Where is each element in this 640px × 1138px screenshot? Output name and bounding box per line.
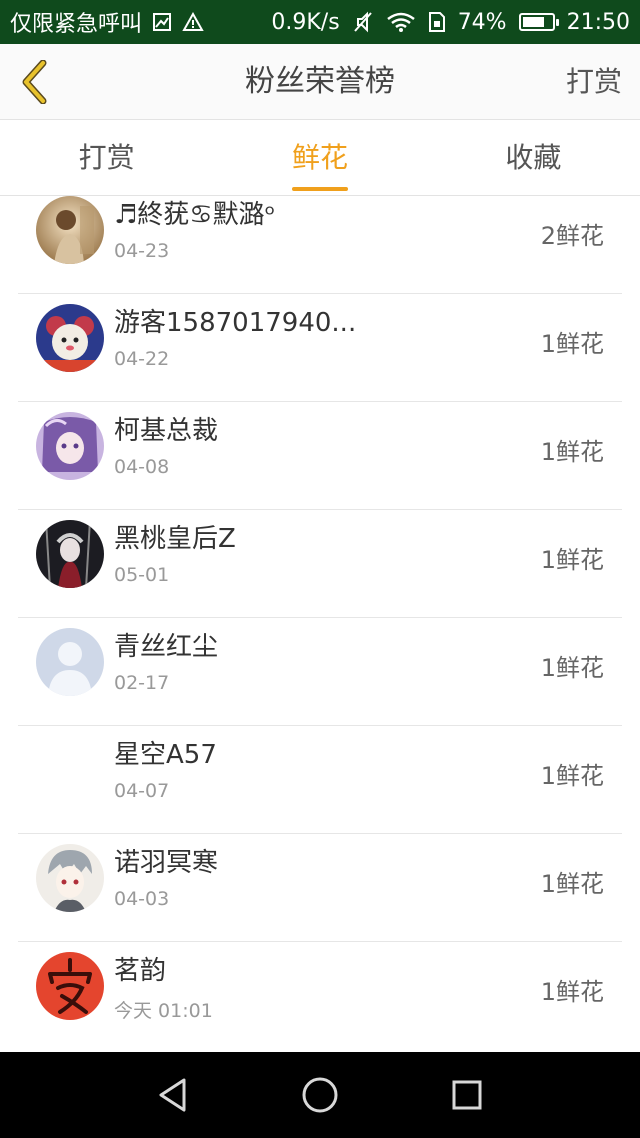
fan-name: 游客1587017940... xyxy=(114,308,357,338)
fan-name: 星空A57 xyxy=(114,740,217,770)
flower-count: 1鲜花 xyxy=(540,546,604,574)
list-item[interactable]: 黑桃皇后Z 05-01 1鲜花 xyxy=(18,510,622,618)
nav-back-button[interactable] xyxy=(149,1071,197,1119)
list-item[interactable]: 柯基总裁 04-08 1鲜花 xyxy=(18,402,622,510)
fan-name: ♬終莸♋默潞ᵒ xyxy=(114,200,276,230)
avatar xyxy=(36,628,104,696)
mute-icon xyxy=(352,11,374,33)
carrier-text: 仅限紧急呼叫 xyxy=(10,12,143,37)
fan-date: 今天 01:01 xyxy=(114,1000,213,1022)
fan-name: 诺羽冥寒 xyxy=(114,848,219,878)
app-header: 粉丝荣誉榜 打赏 xyxy=(0,44,640,120)
flower-count: 1鲜花 xyxy=(540,438,604,466)
list-item[interactable]: 星空A57 04-07 1鲜花 xyxy=(18,726,622,834)
battery-icon xyxy=(518,13,559,31)
fan-name: 青丝红尘 xyxy=(114,632,219,662)
circle-home-icon xyxy=(302,1077,338,1113)
fan-date: 04-23 xyxy=(114,240,170,262)
tab-favorites[interactable]: 收藏 xyxy=(427,120,640,195)
nav-recent-button[interactable] xyxy=(443,1071,491,1119)
fan-name: 黑桃皇后Z xyxy=(114,524,236,554)
fan-date: 04-22 xyxy=(114,348,170,370)
reward-button[interactable]: 打赏 xyxy=(566,44,622,120)
sim-icon xyxy=(428,11,446,33)
list-item[interactable]: 茗韵 今天 01:01 1鲜花 xyxy=(18,942,622,1050)
fan-date: 04-08 xyxy=(114,456,170,478)
fan-date: 02-17 xyxy=(114,672,170,694)
wifi-icon xyxy=(386,11,416,33)
battery-percent: 74% xyxy=(457,9,507,35)
flower-count: 1鲜花 xyxy=(540,762,604,790)
avatar xyxy=(36,520,104,588)
system-nav-bar xyxy=(0,1052,640,1138)
list-item[interactable]: ♬終莸♋默潞ᵒ 04-23 2鲜花 xyxy=(18,196,622,294)
list-item[interactable]: 青丝红尘 02-17 1鲜花 xyxy=(18,618,622,726)
tab-bar: 打赏 鲜花 收藏 xyxy=(0,120,640,196)
avatar xyxy=(36,196,104,264)
fan-date: 05-01 xyxy=(114,564,170,586)
list-item[interactable]: 诺羽冥寒 04-03 1鲜花 xyxy=(18,834,622,942)
nav-home-button[interactable] xyxy=(296,1071,344,1119)
triangle-back-icon xyxy=(159,1078,186,1112)
clock: 21:50 xyxy=(566,9,630,35)
warning-icon xyxy=(182,12,204,32)
flower-count: 1鲜花 xyxy=(540,654,604,682)
flower-count: 1鲜花 xyxy=(540,330,604,358)
avatar xyxy=(36,844,104,912)
avatar xyxy=(36,304,104,372)
list-item[interactable]: 游客1587017940... 04-22 1鲜花 xyxy=(18,294,622,402)
flower-count: 2鲜花 xyxy=(540,222,604,250)
avatar xyxy=(36,412,104,480)
flower-count: 1鲜花 xyxy=(540,978,604,1006)
status-bar: 仅限紧急呼叫 0.9K/s 74% 21:50 xyxy=(0,0,640,44)
tab-reward[interactable]: 打赏 xyxy=(0,120,213,195)
avatar xyxy=(36,952,104,1020)
fan-list: ♬終莸♋默潞ᵒ 04-23 2鲜花 游客1587017940... 04-22 … xyxy=(0,196,640,1052)
fan-name: 柯基总裁 xyxy=(114,416,219,446)
tab-flowers[interactable]: 鲜花 xyxy=(213,120,426,195)
flower-count: 1鲜花 xyxy=(540,870,604,898)
image-icon xyxy=(152,12,172,32)
network-speed: 0.9K/s xyxy=(271,9,340,35)
page-title: 粉丝荣誉榜 xyxy=(245,64,395,99)
fan-name: 茗韵 xyxy=(114,956,167,986)
fan-date: 04-03 xyxy=(114,888,170,910)
fan-date: 04-07 xyxy=(114,780,170,802)
square-recent-icon xyxy=(452,1080,482,1110)
avatar xyxy=(36,736,104,804)
